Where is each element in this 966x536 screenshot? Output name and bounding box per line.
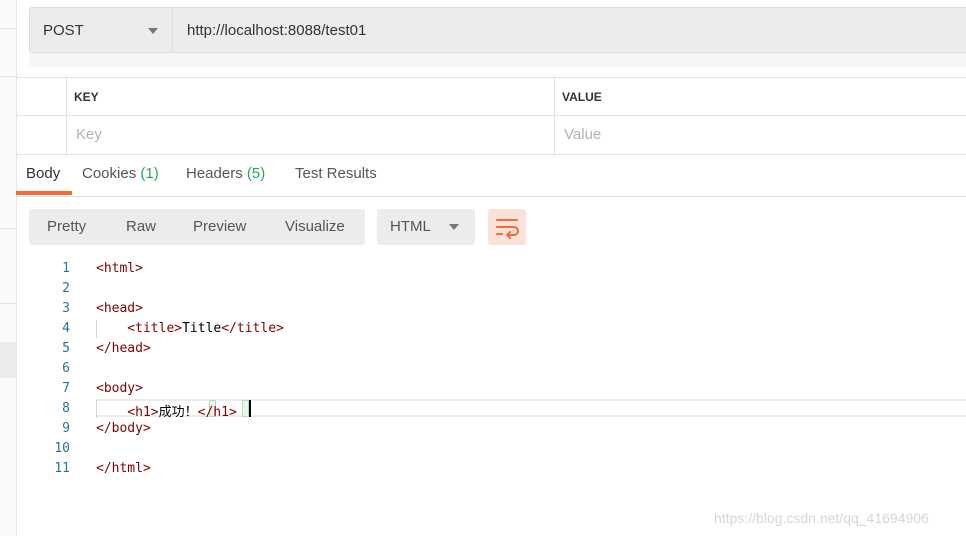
sidebar-divider bbox=[0, 76, 16, 77]
tab-count-badge: (5) bbox=[246, 165, 266, 182]
line-number: 8 bbox=[62, 401, 70, 416]
code-text: 成功！ bbox=[158, 405, 198, 420]
pretty-button[interactable]: Pretty bbox=[47, 218, 86, 235]
tab-count-badge: (1) bbox=[140, 165, 159, 182]
table-header-row bbox=[16, 77, 966, 116]
value-column-header: VALUE bbox=[562, 90, 602, 104]
line-number: 9 bbox=[62, 421, 70, 436]
code-line: <h1>成功！</h1> bbox=[96, 401, 237, 420]
visualize-button[interactable]: Visualize bbox=[285, 218, 345, 235]
code-text: Title bbox=[182, 321, 222, 336]
method-select[interactable]: POST bbox=[29, 7, 173, 53]
code-tag: <title> bbox=[96, 321, 183, 336]
value-input[interactable]: Value bbox=[564, 126, 601, 143]
url-text: http://localhost:8088/test01 bbox=[187, 22, 367, 39]
raw-button[interactable]: Raw bbox=[126, 218, 156, 235]
sidebar-divider bbox=[0, 228, 16, 229]
line-number: 2 bbox=[62, 281, 70, 296]
column-divider bbox=[554, 77, 555, 155]
line-number: 3 bbox=[62, 301, 70, 316]
request-bar-shadow bbox=[29, 53, 966, 67]
column-divider bbox=[66, 77, 67, 155]
code-line: </body> bbox=[96, 421, 151, 436]
active-tab-indicator bbox=[16, 191, 72, 195]
tab-label: Test Results bbox=[295, 165, 377, 182]
code-line: <title>Title</title> bbox=[96, 321, 284, 336]
tab-test-results[interactable]: Test Results bbox=[295, 165, 377, 182]
language-label: HTML bbox=[390, 218, 431, 235]
preview-button[interactable]: Preview bbox=[193, 218, 246, 235]
url-input[interactable]: http://localhost:8088/test01 bbox=[172, 7, 966, 53]
bracket-match-highlight bbox=[242, 400, 249, 417]
line-number: 1 bbox=[62, 261, 70, 276]
key-input[interactable]: Key bbox=[76, 126, 102, 143]
line-number: 5 bbox=[62, 341, 70, 356]
line-number: 10 bbox=[54, 441, 70, 456]
tab-label: Headers bbox=[186, 165, 243, 182]
code-tag: </title> bbox=[221, 321, 284, 336]
code-line: <html> bbox=[96, 261, 143, 276]
line-number: 7 bbox=[62, 381, 70, 396]
wrap-lines-button[interactable] bbox=[488, 209, 526, 245]
tab-label: Cookies bbox=[82, 165, 137, 182]
code-line: </html> bbox=[96, 461, 151, 476]
chevron-down-icon bbox=[449, 224, 459, 230]
watermark: https://blog.csdn.net/qq_41694906 bbox=[714, 510, 929, 526]
language-select[interactable]: HTML bbox=[377, 209, 475, 245]
params-table: KEY VALUE Key Value bbox=[16, 77, 966, 155]
text-cursor bbox=[249, 400, 251, 417]
tab-cookies[interactable]: Cookies (1) bbox=[82, 165, 159, 182]
line-number: 11 bbox=[54, 461, 70, 476]
code-line: <head> bbox=[96, 301, 143, 316]
code-line: </head> bbox=[96, 341, 151, 356]
sidebar-divider bbox=[0, 28, 16, 29]
tab-label: Body bbox=[26, 165, 61, 182]
code-tag: </h1> bbox=[197, 405, 237, 420]
tab-headers[interactable]: Headers (5) bbox=[186, 165, 265, 182]
line-number: 6 bbox=[62, 361, 70, 376]
code-line: <body> bbox=[96, 381, 143, 396]
wrap-lines-icon bbox=[496, 219, 519, 239]
response-tabs: Body Cookies (1) Headers (5) Test Result… bbox=[16, 155, 966, 197]
method-label: POST bbox=[43, 22, 84, 39]
chevron-down-icon bbox=[148, 28, 158, 34]
table-row bbox=[16, 115, 966, 155]
key-column-header: KEY bbox=[74, 90, 99, 104]
code-tag: <h1> bbox=[96, 405, 159, 420]
view-mode-group: Pretty Raw Preview Visualize bbox=[29, 209, 365, 245]
tab-body[interactable]: Body bbox=[26, 165, 60, 182]
line-number: 4 bbox=[62, 321, 70, 336]
